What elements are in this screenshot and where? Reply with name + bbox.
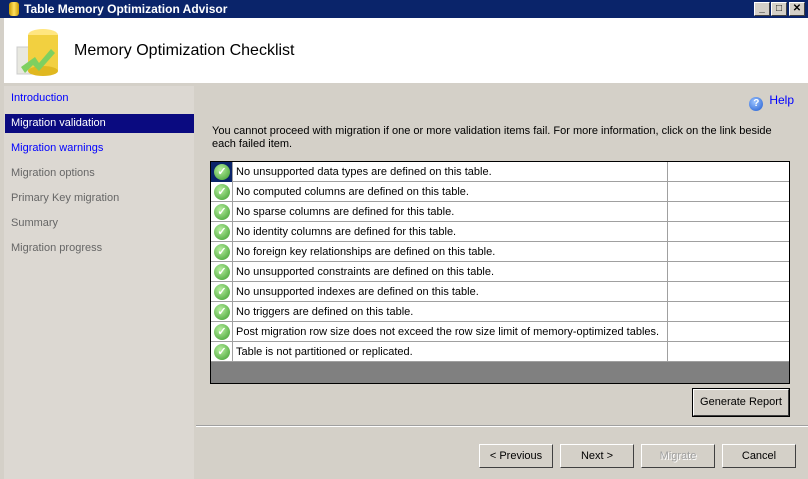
check-text: Post migration row size does not exceed … — [236, 326, 660, 338]
sidebar-item-introduction[interactable]: Introduction — [5, 89, 194, 108]
status-cell: ✓ — [211, 342, 233, 362]
check-text: No unsupported data types are defined on… — [236, 166, 492, 178]
sidebar-item-migration-warnings[interactable]: Migration warnings — [5, 139, 194, 158]
check-row[interactable]: ✓ Table is not partitioned or replicated. — [211, 342, 789, 362]
status-cell: ✓ — [211, 302, 233, 322]
sidebar-item-summary: Summary — [11, 217, 59, 229]
divider — [196, 425, 808, 427]
migrate-button[interactable]: Migrate — [641, 444, 715, 468]
column-divider — [667, 322, 668, 342]
status-cell: ✓ — [211, 222, 233, 242]
check-text: No unsupported constraints are defined o… — [236, 266, 495, 278]
validation-grid[interactable]: ✓ No unsupported data types are defined o… — [210, 161, 790, 384]
check-row[interactable]: ✓ No sparse columns are defined for this … — [211, 202, 789, 222]
column-divider — [667, 262, 668, 282]
column-divider — [667, 342, 668, 362]
column-divider — [667, 282, 668, 302]
minimize-button[interactable]: _ — [754, 2, 770, 16]
help-link[interactable]: ? Help — [749, 93, 794, 111]
check-success-icon: ✓ — [214, 224, 230, 240]
check-row[interactable]: ✓ No triggers are defined on this table. — [211, 302, 789, 322]
sidebar-item-migration-validation[interactable]: Migration validation — [5, 114, 194, 133]
check-text: No sparse columns are defined for this t… — [236, 206, 455, 218]
check-text: No computed columns are defined on this … — [236, 186, 469, 198]
check-row[interactable]: ✓ Post migration row size does not exceed… — [211, 322, 789, 342]
memory-optimization-icon — [16, 29, 58, 76]
previous-button[interactable]: < Previous — [479, 444, 553, 468]
sidebar-item-migration-options: Migration options — [11, 167, 95, 179]
check-success-icon: ✓ — [214, 284, 230, 300]
check-success-icon: ✓ — [214, 304, 230, 320]
status-cell: ✓ — [211, 202, 233, 222]
header: Memory Optimization Checklist — [4, 18, 808, 83]
sidebar-item-migration-progress: Migration progress — [11, 242, 103, 254]
title-bar: Table Memory Optimization Advisor _ □ ✕ — [0, 0, 808, 18]
column-divider — [667, 162, 668, 182]
validation-message: You cannot proceed with migration if one… — [212, 125, 772, 150]
window-title: Table Memory Optimization Advisor — [24, 2, 228, 16]
status-cell: ✓ — [211, 242, 233, 262]
help-icon: ? — [749, 97, 764, 111]
sidebar-item-primary-key-migration: Primary Key migration — [11, 192, 120, 204]
status-cell: ✓ — [211, 162, 233, 182]
check-text: No triggers are defined on this table. — [236, 306, 414, 318]
check-text: Table is not partitioned or replicated. — [236, 346, 413, 358]
check-row[interactable]: ✓ No unsupported data types are defined o… — [211, 162, 789, 182]
check-text: No unsupported indexes are defined on th… — [236, 286, 479, 298]
maximize-button[interactable]: □ — [771, 2, 787, 16]
check-text: No foreign key relationships are defined… — [236, 246, 496, 258]
status-cell: ✓ — [211, 262, 233, 282]
check-success-icon: ✓ — [214, 244, 230, 260]
check-success-icon: ✓ — [214, 204, 230, 220]
sidebar: Introduction Migration validation Migratio… — [4, 86, 194, 479]
check-row[interactable]: ✓ No computed columns are defined on this… — [211, 182, 789, 202]
check-row[interactable]: ✓ No identity columns are defined for thi… — [211, 222, 789, 242]
close-button[interactable]: ✕ — [789, 2, 805, 16]
check-success-icon: ✓ — [214, 184, 230, 200]
status-cell: ✓ — [211, 182, 233, 202]
column-divider — [667, 182, 668, 202]
generate-report-button[interactable]: Generate Report — [692, 388, 790, 417]
check-row[interactable]: ✓ No unsupported indexes are defined on t… — [211, 282, 789, 302]
main-panel: ? Help You cannot proceed with migration … — [196, 86, 808, 479]
check-success-icon: ✓ — [214, 164, 230, 180]
column-divider — [667, 202, 668, 222]
help-label: Help — [769, 93, 794, 107]
column-divider — [667, 302, 668, 322]
check-success-icon: ✓ — [214, 324, 230, 340]
check-success-icon: ✓ — [214, 264, 230, 280]
column-divider — [667, 242, 668, 262]
check-text: No identity columns are defined for this… — [236, 226, 457, 238]
status-cell: ✓ — [211, 322, 233, 342]
check-success-icon: ✓ — [214, 344, 230, 360]
check-row[interactable]: ✓ No foreign key relationships are define… — [211, 242, 789, 262]
column-divider — [667, 222, 668, 242]
check-row[interactable]: ✓ No unsupported constraints are defined … — [211, 262, 789, 282]
page-title: Memory Optimization Checklist — [74, 42, 295, 59]
database-icon — [9, 2, 19, 16]
status-cell: ✓ — [211, 282, 233, 302]
next-button[interactable]: Next > — [560, 444, 634, 468]
cancel-button[interactable]: Cancel — [722, 444, 796, 468]
